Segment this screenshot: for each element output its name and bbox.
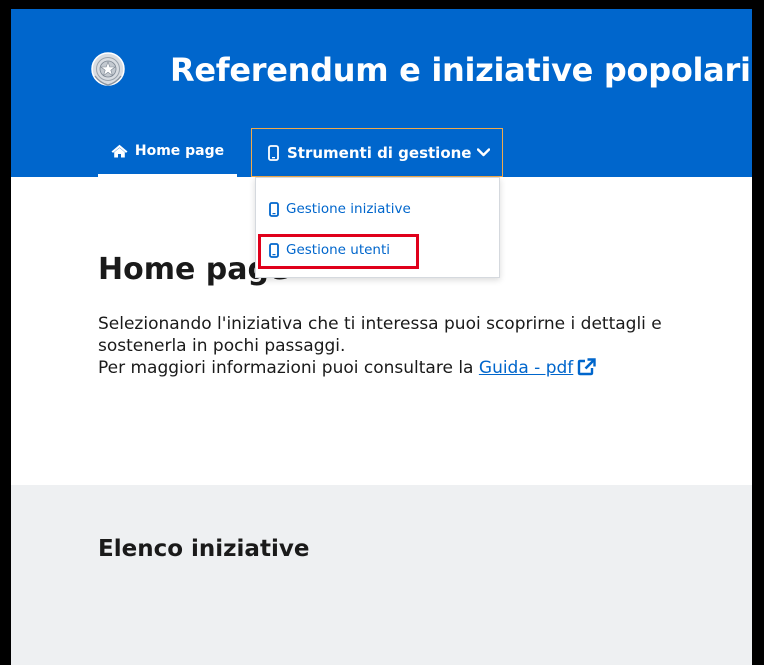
menu-item-label: Gestione iniziative	[286, 201, 411, 217]
nav-tools-label: Strumenti di gestione	[287, 143, 472, 162]
mobile-icon	[269, 242, 279, 258]
menu-item-gestione-iniziative[interactable]: Gestione iniziative	[269, 201, 411, 217]
site-title[interactable]: Referendum e iniziative popolari	[170, 51, 751, 89]
home-icon	[111, 144, 128, 158]
initiatives-section: Elenco iniziative	[11, 485, 752, 665]
intro-line-2: Per maggiori informazioni puoi consultar…	[98, 357, 752, 379]
chevron-down-icon	[477, 148, 491, 157]
guide-pdf-link[interactable]: Guida - pdf	[479, 358, 573, 378]
menu-item-gestione-utenti[interactable]: Gestione utenti	[269, 242, 390, 258]
intro-line-1: Selezionando l'iniziativa che ti interes…	[98, 314, 662, 356]
section-title: Elenco iniziative	[98, 536, 310, 562]
nav-home-label: Home page	[134, 143, 225, 159]
intro-text: Selezionando l'iniziativa che ti interes…	[98, 313, 752, 379]
external-link-icon[interactable]	[577, 358, 596, 376]
tools-dropdown-menu: Gestione iniziative Gestione utenti	[255, 177, 500, 278]
intro-line-2-prefix: Per maggiori informazioni puoi consultar…	[98, 358, 474, 378]
site-header: Referendum e iniziative popolari Home pa…	[11, 9, 752, 177]
republic-emblem-icon	[90, 50, 126, 88]
mobile-icon	[268, 144, 279, 161]
browser-viewport: Referendum e iniziative popolari Home pa…	[11, 9, 752, 665]
menu-item-label: Gestione utenti	[286, 242, 391, 258]
nav-tab-home[interactable]: Home page	[98, 128, 237, 177]
mobile-icon	[269, 201, 279, 217]
nav-tab-strumenti-di-gestione[interactable]: Strumenti di gestione	[251, 128, 503, 177]
